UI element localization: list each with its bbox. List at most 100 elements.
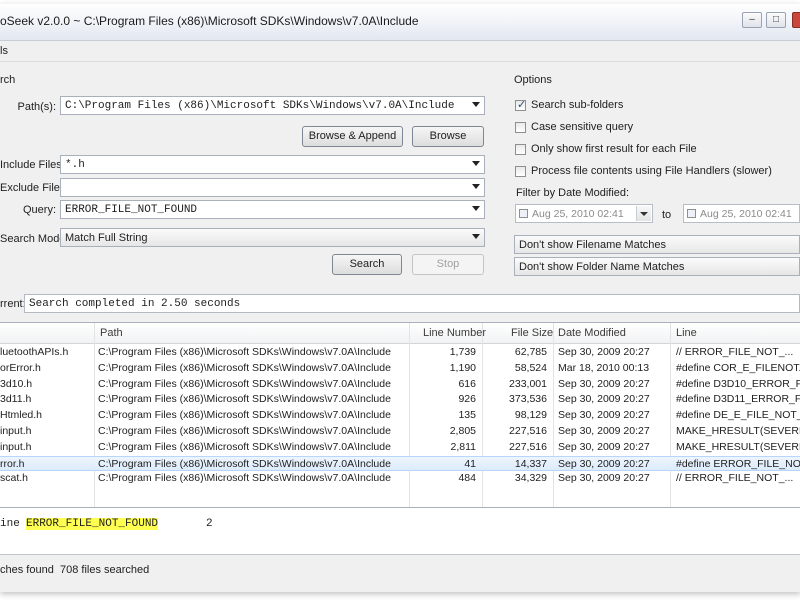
stop-button[interactable]: Stop <box>412 254 484 275</box>
column-header-line-number[interactable]: Line Number <box>418 323 498 343</box>
query-label: Query: <box>22 204 56 216</box>
date-to-label: to <box>662 209 672 221</box>
cell-path: C:\Program Files (x86)\Microsoft SDKs\Wi… <box>98 409 391 422</box>
date-enable-checkbox[interactable] <box>687 209 696 218</box>
cell-path: C:\Program Files (x86)\Microsoft SDKs\Wi… <box>98 393 391 406</box>
cell-size: 58,524 <box>514 361 547 374</box>
cell-file: 3d11.h <box>0 393 32 406</box>
app-window: oSeek v2.0.0 ~ C:\Program Files (x86)\Mi… <box>0 4 800 592</box>
cell-file: rror.h <box>0 457 25 470</box>
preview-match-highlight: ERROR_FILE_NOT_FOUND <box>26 518 159 530</box>
menu-bar: ls <box>0 41 800 62</box>
column-header-file[interactable] <box>0 323 94 343</box>
cell-modified: Sep 30, 2009 20:27 <box>558 440 650 453</box>
cell-line-number: 484 <box>458 472 476 485</box>
cell-line-number: 616 <box>458 377 476 390</box>
table-row[interactable]: rror.h C:\Program Files (x86)\Microsoft S… <box>0 455 800 471</box>
cell-modified: Sep 30, 2009 20:27 <box>558 377 650 390</box>
browse-button[interactable]: Browse <box>412 126 484 147</box>
cell-line-number: 41 <box>464 457 476 470</box>
cell-line: // ERROR_FILE_NOT_... <box>676 346 794 358</box>
search-mode-value: Match Full String <box>65 232 148 244</box>
cell-line-number: 1,739 <box>449 346 476 358</box>
options-group-label: Options <box>514 74 552 86</box>
date-from-value: Aug 25, 2010 02:41 <box>532 208 624 220</box>
case-sensitive-checkbox[interactable] <box>515 122 526 133</box>
date-to-value: Aug 25, 2010 02:41 <box>700 208 792 220</box>
cell-file: input.h <box>0 440 32 453</box>
results-table[interactable]: Path Line Number File Size Date Modified… <box>0 322 800 508</box>
query-value: ERROR_FILE_NOT_FOUND <box>65 204 198 216</box>
column-header-path[interactable]: Path <box>95 323 409 343</box>
date-filter-label: Filter by Date Modified: <box>516 187 630 199</box>
menu-item-tools[interactable]: ls <box>0 45 8 57</box>
first-result-checkbox[interactable] <box>515 144 526 155</box>
results-header: Path Line Number File Size Date Modified… <box>0 323 800 344</box>
column-header-file-size[interactable]: File Size <box>506 323 554 343</box>
table-row[interactable]: scat.h C:\Program Files (x86)\Microsoft S… <box>0 471 800 486</box>
cell-size: 62,785 <box>514 346 547 358</box>
current-status-field: Search completed in 2.50 seconds <box>24 294 800 313</box>
cell-modified: Sep 30, 2009 20:27 <box>558 409 650 422</box>
search-group-label: rch <box>0 74 16 86</box>
cell-file: luetoothAPIs.h <box>0 346 69 358</box>
exclude-files-label: Exclude Files: <box>0 182 69 194</box>
cell-line-number: 926 <box>458 393 476 406</box>
date-from-picker[interactable]: Aug 25, 2010 02:41 <box>515 204 653 223</box>
browse-append-button[interactable]: Browse & Append <box>302 126 403 147</box>
query-combo[interactable]: ERROR_FILE_NOT_FOUND <box>60 200 485 219</box>
include-files-combo[interactable]: *.h <box>60 155 485 174</box>
cell-line-number: 2,811 <box>450 440 477 453</box>
cell-path: C:\Program Files (x86)\Microsoft SDKs\Wi… <box>98 377 391 390</box>
exclude-files-combo[interactable] <box>60 178 485 197</box>
cell-line: // ERROR_FILE_NOT_... <box>676 472 794 485</box>
cell-path: C:\Program Files (x86)\Microsoft SDKs\Wi… <box>98 361 391 374</box>
line-preview: ine ERROR_FILE_NOT_FOUND 2 <box>0 508 800 555</box>
search-button[interactable]: Search <box>332 254 402 275</box>
cell-line-number: 2,805 <box>449 425 476 437</box>
filename-matches-select[interactable]: Don't show Filename Matches <box>514 235 800 254</box>
cell-line: #define D3D11_ERROR_F... <box>676 393 800 406</box>
preview-number: 2 <box>206 518 213 530</box>
column-header-date-modified[interactable]: Date Modified <box>553 323 670 343</box>
filename-matches-value: Don't show Filename Matches <box>519 239 666 251</box>
table-row[interactable]: 3d11.h C:\Program Files (x86)\Microsoft S… <box>0 392 800 407</box>
cell-size: 34,329 <box>514 472 547 485</box>
date-enable-checkbox[interactable] <box>519 209 528 218</box>
search-subfolders-checkbox[interactable]: ✓ <box>515 99 526 111</box>
chevron-down-icon <box>472 161 480 166</box>
chevron-down-icon <box>472 206 480 211</box>
current-status-value: Search completed in 2.50 seconds <box>29 298 241 310</box>
cell-line: #define DE_E_FILE_NOT_... <box>676 409 800 422</box>
cell-file: orError.h <box>0 361 41 374</box>
case-sensitive-label: Case sensitive query <box>531 121 634 133</box>
table-row[interactable]: orError.h C:\Program Files (x86)\Microsof… <box>0 361 800 376</box>
table-row[interactable]: input.h C:\Program Files (x86)\Microsoft … <box>0 440 800 455</box>
table-row[interactable]: input.h C:\Program Files (x86)\Microsoft … <box>0 424 800 439</box>
paths-label: Path(s): <box>17 101 56 113</box>
date-to-picker[interactable]: Aug 25, 2010 02:41 <box>683 204 800 223</box>
cell-modified: Sep 30, 2009 20:27 <box>558 472 650 485</box>
file-handlers-checkbox[interactable] <box>515 166 526 177</box>
table-row[interactable]: Htmled.h C:\Program Files (x86)\Microsoft… <box>0 408 800 423</box>
cell-path: C:\Program Files (x86)\Microsoft SDKs\Wi… <box>98 457 391 470</box>
minimize-button[interactable]: – <box>742 12 762 28</box>
table-row[interactable]: 3d10.h C:\Program Files (x86)\Microsoft S… <box>0 377 800 392</box>
cell-line: MAKE_HRESULT(SEVERI... <box>676 440 800 453</box>
close-button[interactable] <box>792 12 800 28</box>
maximize-button[interactable]: □ <box>766 12 786 28</box>
cell-path: C:\Program Files (x86)\Microsoft SDKs\Wi… <box>98 425 391 437</box>
cell-size: 373,536 <box>509 393 547 406</box>
paths-combo[interactable]: C:\Program Files (x86)\Microsoft SDKs\Wi… <box>60 96 485 115</box>
current-status-label: rrent: <box>0 298 26 310</box>
calendar-dropdown-icon[interactable] <box>636 206 651 221</box>
cell-path: C:\Program Files (x86)\Microsoft SDKs\Wi… <box>98 472 391 485</box>
cell-modified: Sep 30, 2009 20:27 <box>558 393 650 406</box>
column-header-line[interactable]: Line <box>671 323 800 343</box>
cell-line: #define D3D10_ERROR_F... <box>676 377 800 390</box>
folder-matches-select[interactable]: Don't show Folder Name Matches <box>514 257 800 276</box>
search-mode-select[interactable]: Match Full String <box>60 228 485 247</box>
table-row[interactable]: luetoothAPIs.h C:\Program Files (x86)\Mic… <box>0 345 800 360</box>
matches-found-text: ches found <box>0 564 54 576</box>
cell-line: #define COR_E_FILENOT... <box>676 361 800 374</box>
